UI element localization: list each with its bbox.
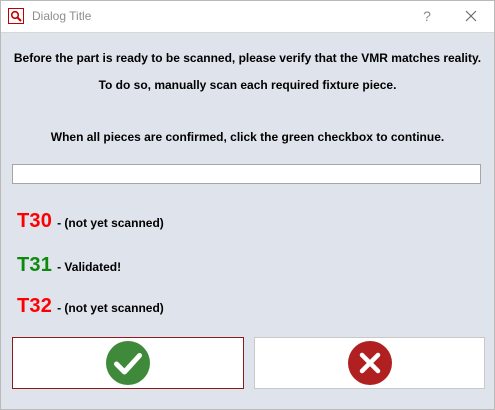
status-text: Validated! (64, 259, 122, 274)
title-bar: Dialog Title ? (1, 1, 494, 33)
bottom-strip (1, 399, 494, 409)
x-circle-icon (347, 341, 392, 385)
status-text: (not yet scanned) (64, 300, 164, 315)
check-circle-bg (106, 341, 150, 385)
fixture-status: - (not yet scanned) (57, 298, 164, 315)
close-icon (465, 10, 477, 22)
fixture-status: - Validated! (57, 257, 121, 274)
confirm-button[interactable] (12, 337, 244, 389)
status-text: (not yet scanned) (64, 215, 164, 230)
close-button[interactable] (459, 5, 483, 27)
fixture-status: - (not yet scanned) (57, 213, 164, 230)
cancel-button[interactable] (254, 337, 485, 389)
dialog-window: Dialog Title ? Before the part is ready … (0, 0, 495, 410)
instruction-line-1: Before the part is ready to be scanned, … (13, 51, 482, 65)
scan-input[interactable] (12, 164, 481, 184)
check-circle-icon (106, 341, 150, 385)
instruction-line-2: To do so, manually scan each required fi… (98, 78, 397, 92)
fixture-row-t31: T31 - Validated! (17, 253, 121, 277)
fixture-code: T30 (17, 209, 53, 232)
help-button[interactable]: ? (415, 5, 439, 27)
app-icon (8, 8, 24, 24)
fixture-row-t30: T30 - (not yet scanned) (17, 209, 164, 233)
fixture-row-t32: T32 - (not yet scanned) (17, 294, 164, 318)
fixture-code: T32 (17, 294, 53, 317)
window-title: Dialog Title (32, 9, 92, 23)
fixture-code: T31 (17, 253, 53, 276)
instruction-line-3: When all pieces are confirmed, click the… (50, 130, 445, 144)
